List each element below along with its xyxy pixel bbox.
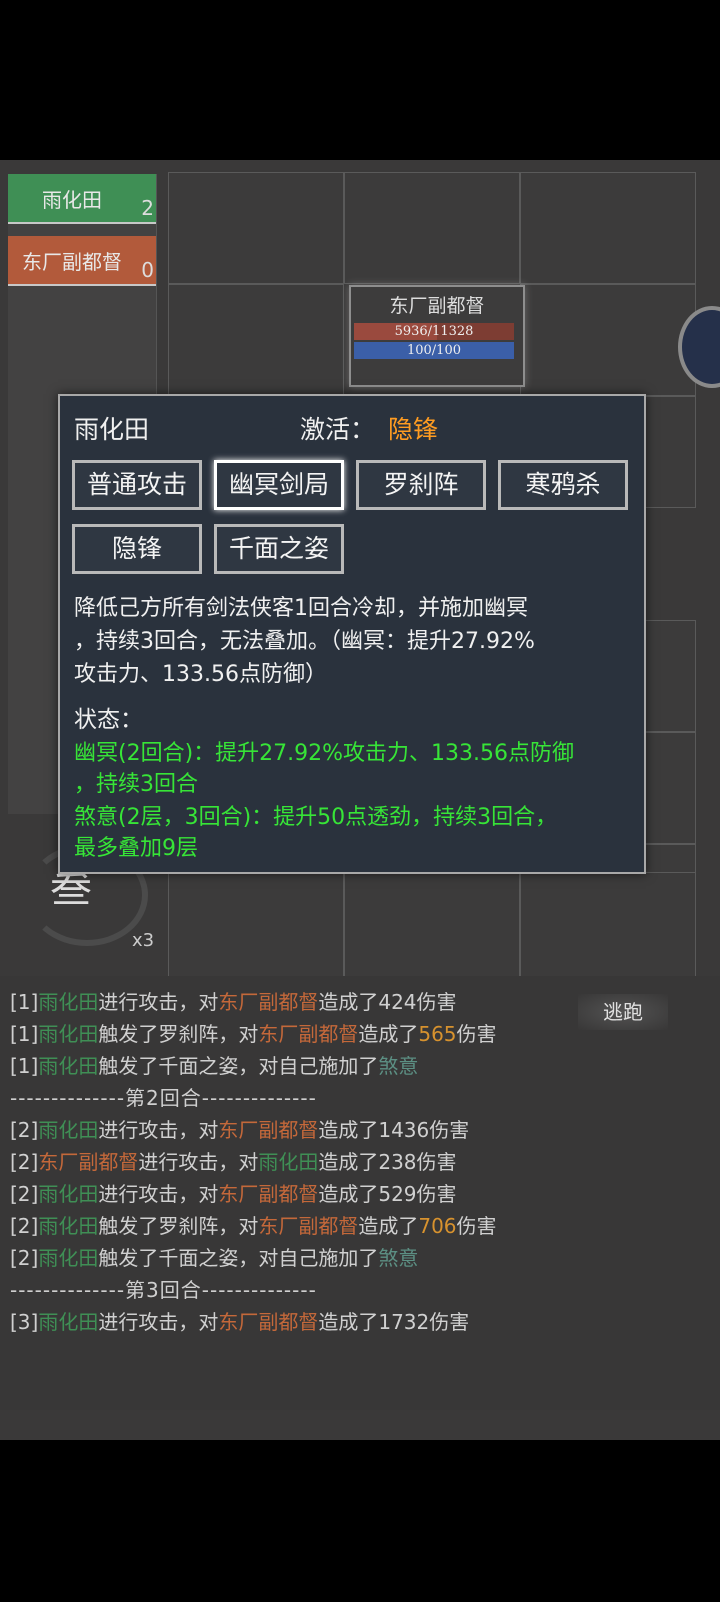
skill-button-yinfeng[interactable]: 隐锋 [72,524,202,574]
log-line: [2]雨化田触发了罗刹阵，对东厂副都督造成了706伤害 [10,1214,497,1238]
desc-line: 降低己方所有剑法侠客1回合冷却，并施加幽冥 [74,596,528,621]
grid-cell[interactable] [168,172,344,284]
enemy-unit-card[interactable]: 东厂副都督 5936/11328 100/100 [349,285,525,387]
desc-line: ，持续3回合，无法叠加。（幽冥：提升27.92% [74,629,535,654]
log-line: [3]雨化田进行攻击，对东厂副都督造成了1732伤害 [10,1310,470,1334]
character-name: 雨化田 [74,415,150,444]
enemy-mp-bar: 100/100 [354,342,514,359]
grid-cell[interactable] [520,284,696,396]
log-line: [2]雨化田进行攻击，对东厂副都督造成了1436伤害 [10,1118,470,1142]
grid-cell[interactable] [344,172,520,284]
status-line: 最多叠加9层 [74,836,198,861]
grid-cell[interactable] [344,872,520,984]
skill-button-luocha[interactable]: 罗刹阵 [356,460,486,510]
grid-cell[interactable] [168,284,344,396]
battle-log[interactable]: [1]雨化田进行攻击，对东厂副都督造成了424伤害 [1]雨化田触发了罗刹阵，对… [0,976,720,1410]
log-line: [2]雨化田进行攻击，对东厂副都督造成了529伤害 [10,1182,457,1206]
grid-cell[interactable] [168,872,344,984]
active-skill-value: 隐锋 [388,415,439,444]
grid-cell[interactable] [520,872,696,984]
skill-button-normal-attack[interactable]: 普通攻击 [72,460,202,510]
turn-order-count: 2 [141,196,154,220]
log-line: [2]雨化田触发了千面之姿，对自己施加了煞意 [10,1246,419,1270]
skill-description: 降低己方所有剑法侠客1回合冷却，并施加幽冥 ，持续3回合，无法叠加。（幽冥：提升… [74,592,634,691]
grid-cell[interactable] [520,172,696,284]
turn-order-item-enemy[interactable]: 东厂副都督 0 [8,236,156,286]
log-line: [1]雨化田进行攻击，对东厂副都督造成了424伤害 [10,990,457,1014]
log-line: [1]雨化田触发了千面之姿，对自己施加了煞意 [10,1054,419,1078]
turn-order-item-player[interactable]: 雨化田 2 [8,174,156,224]
status-line: ，持续3回合 [74,772,198,797]
flee-button[interactable]: 逃跑 [578,994,668,1030]
skill-button-hanya[interactable]: 寒鸦杀 [498,460,628,510]
skill-button-qianmian[interactable]: 千面之姿 [214,524,344,574]
log-line: [1]雨化田触发了罗刹阵，对东厂副都督造成了565伤害 [10,1022,497,1046]
active-label: 激活： [300,415,376,444]
skill-popup: 雨化田 激活： 隐锋 普通攻击 幽冥剑局 罗刹阵 寒鸦杀 隐锋 千面之姿 降低己… [58,394,646,874]
turn-order-name: 东厂副都督 [22,250,122,274]
enemy-hp-bar: 5936/11328 [354,323,514,340]
enemy-name: 东厂副都督 [389,295,485,317]
log-line: [2]东厂副都督进行攻击，对雨化田造成了238伤害 [10,1150,457,1174]
round-separator: --------------第2回合-------------- [10,1086,317,1110]
skill-button-youming[interactable]: 幽冥剑局 [214,460,344,510]
status-line: 煞意(2层，3回合)：提升50点透劲，持续3回合， [74,805,558,830]
turn-order-name: 雨化田 [42,188,102,212]
turn-order-count: 0 [141,258,154,282]
round-separator: --------------第3回合-------------- [10,1278,317,1302]
skill-count: x3 [132,930,155,951]
status-label: 状态： [74,707,143,733]
status-line: 幽冥(2回合)：提升27.92%攻击力、133.56点防御 [74,741,575,766]
desc-line: 攻击力、133.56点防御） [74,662,327,687]
